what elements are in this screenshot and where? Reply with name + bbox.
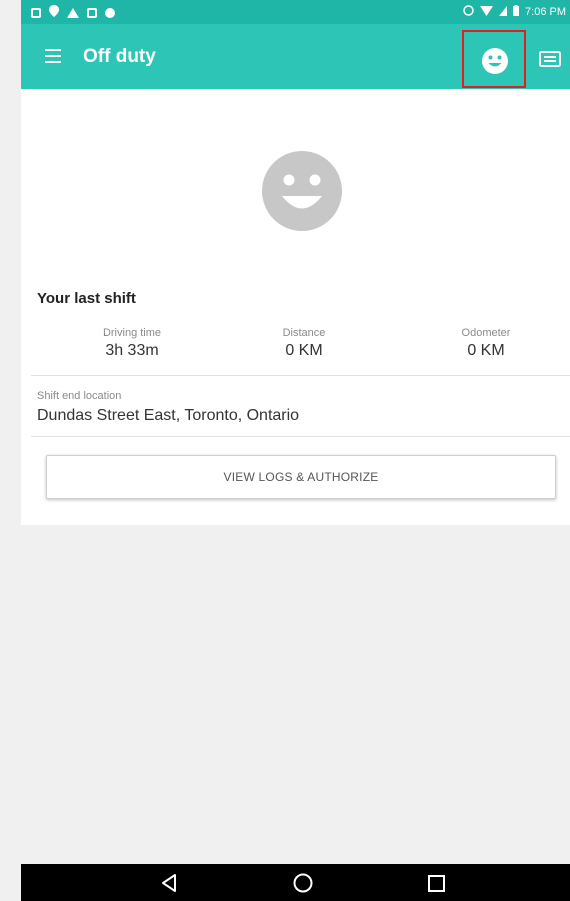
app-bar: Off duty	[21, 24, 570, 89]
stat-driving-time: Driving time 3h 33m	[62, 327, 202, 360]
stat-odometer: Odometer 0 KM	[416, 327, 556, 360]
back-icon[interactable]	[161, 874, 177, 897]
shift-end-location-label: Shift end location	[37, 390, 122, 402]
shift-summary-card: Your last shift Driving time 3h 33m Dist…	[21, 89, 570, 525]
smiley-face-icon	[482, 48, 508, 74]
stat-value: 0 KM	[285, 342, 323, 359]
home-icon[interactable]	[293, 873, 313, 898]
location-icon	[49, 5, 59, 20]
alarm-icon	[463, 5, 474, 19]
divider	[31, 436, 570, 437]
logbook-icon[interactable]	[539, 51, 561, 67]
status-time: 7:06 PM	[525, 6, 566, 18]
stat-label: Distance	[282, 327, 326, 339]
android-icon	[105, 7, 115, 18]
last-shift-stats: Driving time 3h 33m Distance 0 KM Odomet…	[21, 327, 570, 369]
stat-label: Driving time	[102, 327, 162, 339]
stat-value: 0 KM	[467, 342, 505, 359]
status-right-icons: 7:06 PM	[463, 5, 566, 19]
stat-distance: Distance 0 KM	[234, 327, 374, 360]
recents-icon[interactable]	[428, 875, 445, 897]
shift-end-location-value: Dundas Street East, Toronto, Ontario	[37, 407, 300, 424]
last-shift-heading: Your last shift	[37, 290, 136, 307]
signal-icon	[499, 5, 508, 19]
notification-icon	[31, 7, 41, 18]
warning-icon	[67, 7, 79, 18]
wifi-icon	[480, 5, 494, 19]
smiley-face-icon	[262, 151, 342, 231]
stat-label: Odometer	[461, 327, 511, 339]
status-avatar	[262, 151, 342, 236]
page-title: Off duty	[83, 46, 156, 67]
status-left-icons	[31, 5, 115, 20]
status-bar: 7:06 PM	[21, 0, 570, 24]
system-nav-bar	[21, 864, 570, 901]
image-icon	[87, 7, 97, 18]
view-logs-authorize-button[interactable]: VIEW LOGS & AUTHORIZE	[46, 455, 556, 499]
divider	[31, 375, 570, 376]
menu-icon[interactable]	[45, 49, 61, 63]
battery-icon	[513, 5, 520, 19]
stat-value: 3h 33m	[105, 342, 159, 359]
phone-screen: 7:06 PM Off duty Your last shift Driving…	[0, 0, 570, 901]
duty-status-button[interactable]	[462, 30, 526, 88]
